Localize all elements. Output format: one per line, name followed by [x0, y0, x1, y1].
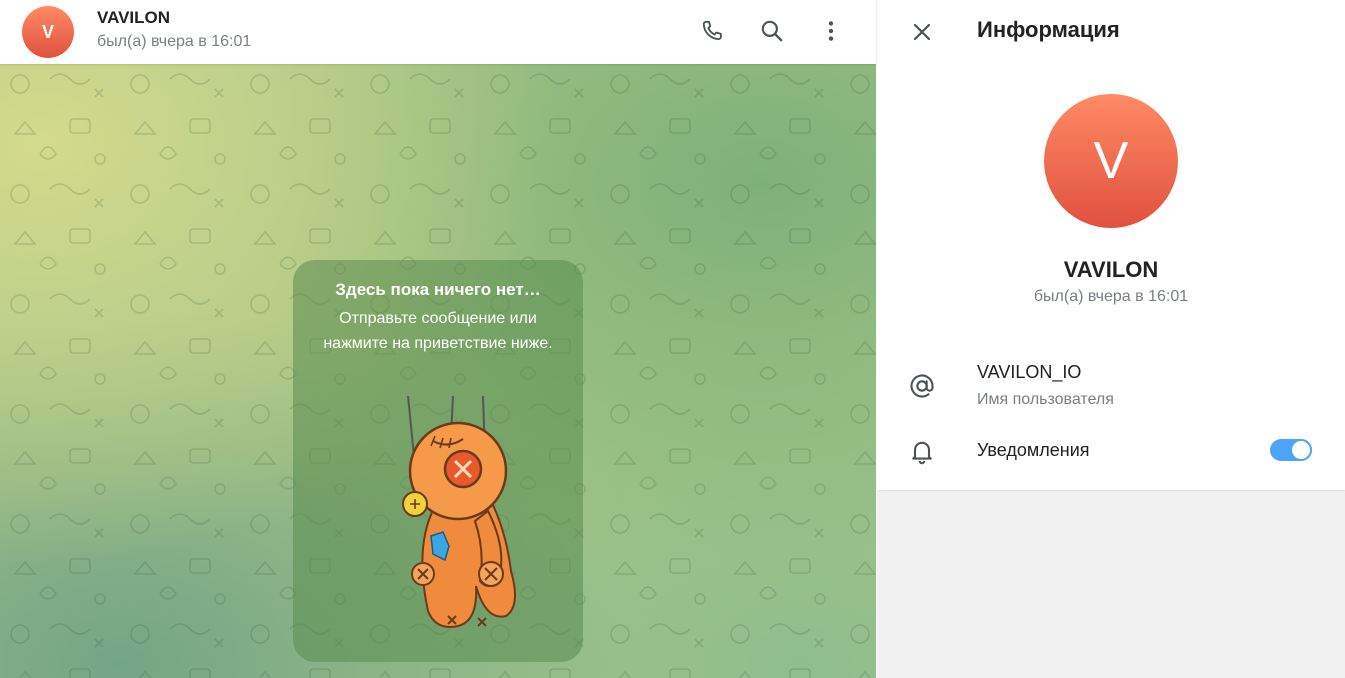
profile-name: VAVILON: [1063, 257, 1159, 282]
chat-title[interactable]: VAVILON: [97, 8, 170, 28]
chat-header: V VAVILON был(а) вчера в 16:01: [0, 0, 876, 64]
notifications-label: Уведомления: [977, 440, 1090, 460]
search-button[interactable]: [755, 14, 789, 48]
greeting-sticker[interactable]: [393, 396, 523, 636]
username-label: Имя пользователя: [977, 391, 1114, 408]
empty-chat-title: Здесь пока ничего нет…: [335, 280, 541, 299]
at-sign-icon: [910, 374, 934, 398]
username-row-icon: [905, 369, 939, 403]
info-title: Информация: [977, 17, 1120, 42]
chat-avatar-letter: V: [41, 21, 54, 42]
notifications-row-icon: [905, 434, 939, 468]
more-vertical-icon: [828, 21, 834, 41]
chat-status: был(а) вчера в 16:01: [97, 33, 252, 50]
toggle-knob: [1290, 439, 1312, 461]
chat-view: V VAVILON был(а) вчера в 16:01 Здесь пок…: [0, 0, 876, 678]
chat-background: Здесь пока ничего нет… Отправьте сообщен…: [0, 64, 876, 678]
profile-avatar-letter: V: [1093, 132, 1129, 190]
call-button[interactable]: [695, 14, 729, 48]
profile-status: был(а) вчера в 16:01: [1033, 288, 1189, 305]
phone-icon: [702, 20, 722, 41]
info-card: Информация V VAVILON был(а) вчера в 16:0…: [877, 0, 1345, 490]
profile-avatar[interactable]: V: [1044, 94, 1178, 228]
info-panel: Информация V VAVILON был(а) вчера в 16:0…: [877, 0, 1345, 678]
empty-chat-text: Отправьте сообщение или нажмите на приве…: [323, 310, 553, 352]
notifications-row[interactable]: Уведомления: [877, 422, 1345, 478]
chat-avatar[interactable]: V: [22, 6, 74, 58]
search-icon: [761, 20, 783, 42]
empty-chat-card: Здесь пока ничего нет… Отправьте сообщен…: [293, 260, 583, 662]
username-value[interactable]: VAVILON_IO: [977, 362, 1081, 383]
more-button[interactable]: [814, 14, 848, 48]
bell-icon: [912, 441, 932, 465]
close-info-button[interactable]: [905, 15, 939, 49]
close-icon: [913, 23, 931, 41]
notifications-toggle[interactable]: [1270, 439, 1312, 461]
